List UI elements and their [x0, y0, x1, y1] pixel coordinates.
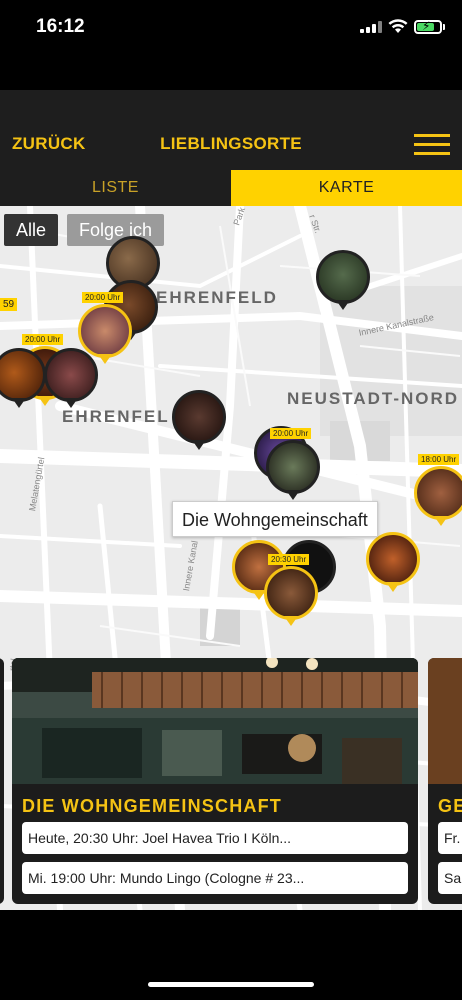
- pin-time-badge: 20:00 Uhr: [82, 292, 124, 303]
- event-item[interactable]: Mi. 19:00 Uhr: Mundo Lingo (Cologne # 23…: [22, 862, 408, 894]
- event-item[interactable]: Heute, 20:30 Uhr: Joel Havea Trio I Köln…: [22, 822, 408, 854]
- event-item[interactable]: Sa.: [438, 862, 462, 894]
- map-pin[interactable]: 20:00 Uhr: [266, 428, 320, 502]
- battery-tip: [443, 24, 445, 30]
- venue-card[interactable]: DIE WOHNGEMEINSCHAFT Heute, 20:30 Uhr: J…: [12, 658, 418, 904]
- signal-icon: [360, 21, 382, 33]
- view-tabs: LISTE KARTE: [0, 170, 462, 206]
- battery-icon: ⚡: [414, 19, 442, 34]
- venue-photo: [428, 658, 462, 784]
- map-label-ehrenfeld-2: EHRENFEL: [62, 407, 170, 426]
- venue-name: DIE WOHNGEMEINSCHAFT: [22, 796, 282, 816]
- pin-time-badge: 20:00 Uhr: [270, 428, 312, 439]
- tab-map[interactable]: KARTE: [231, 170, 462, 206]
- venue-card-next[interactable]: GE Fr. Sa.: [428, 658, 462, 904]
- pin-time-badge: 20:00 Uhr: [22, 334, 64, 345]
- map-view[interactable]: EHRENFELD EHRENFEL NEUSTADT-NORD Innere …: [0, 206, 462, 910]
- filter-all-button[interactable]: Alle: [4, 214, 59, 246]
- map-pin[interactable]: [366, 532, 420, 594]
- event-item[interactable]: Fr.: [438, 822, 462, 854]
- pin-time-badge: 18:00 Uhr: [418, 454, 460, 465]
- map-pin[interactable]: [0, 348, 46, 410]
- map-pin[interactable]: 20:30 Uhr: [264, 554, 318, 628]
- page-title: LIEBLINGSORTE: [160, 134, 302, 153]
- map-pin[interactable]: [172, 390, 226, 452]
- venue-card-previous[interactable]: [0, 658, 4, 904]
- map-label-neustadt-nord: NEUSTADT-NORD: [287, 389, 460, 408]
- venue-name: GE: [438, 796, 462, 816]
- venue-photo: [12, 658, 418, 784]
- tab-list[interactable]: LISTE: [0, 170, 231, 206]
- home-indicator: [148, 982, 314, 987]
- status-time: 16:12: [36, 16, 85, 37]
- wifi-icon: [388, 19, 408, 33]
- map-pin[interactable]: 18:00 Uhr: [414, 454, 462, 528]
- map-pin[interactable]: [44, 348, 98, 410]
- hamburger-menu-icon[interactable]: [414, 134, 450, 156]
- map-pin[interactable]: [316, 250, 370, 312]
- status-bar: 16:12 ⚡: [0, 0, 462, 56]
- map-label-ehrenfeld: EHRENFELD: [156, 288, 278, 307]
- map-badge: 59: [0, 298, 18, 311]
- pin-time-badge: 20:30 Uhr: [268, 554, 310, 565]
- map-tooltip[interactable]: Die Wohngemeinschaft: [172, 501, 378, 537]
- app-header: ZURÜCK LIEBLINGSORTE: [0, 90, 462, 170]
